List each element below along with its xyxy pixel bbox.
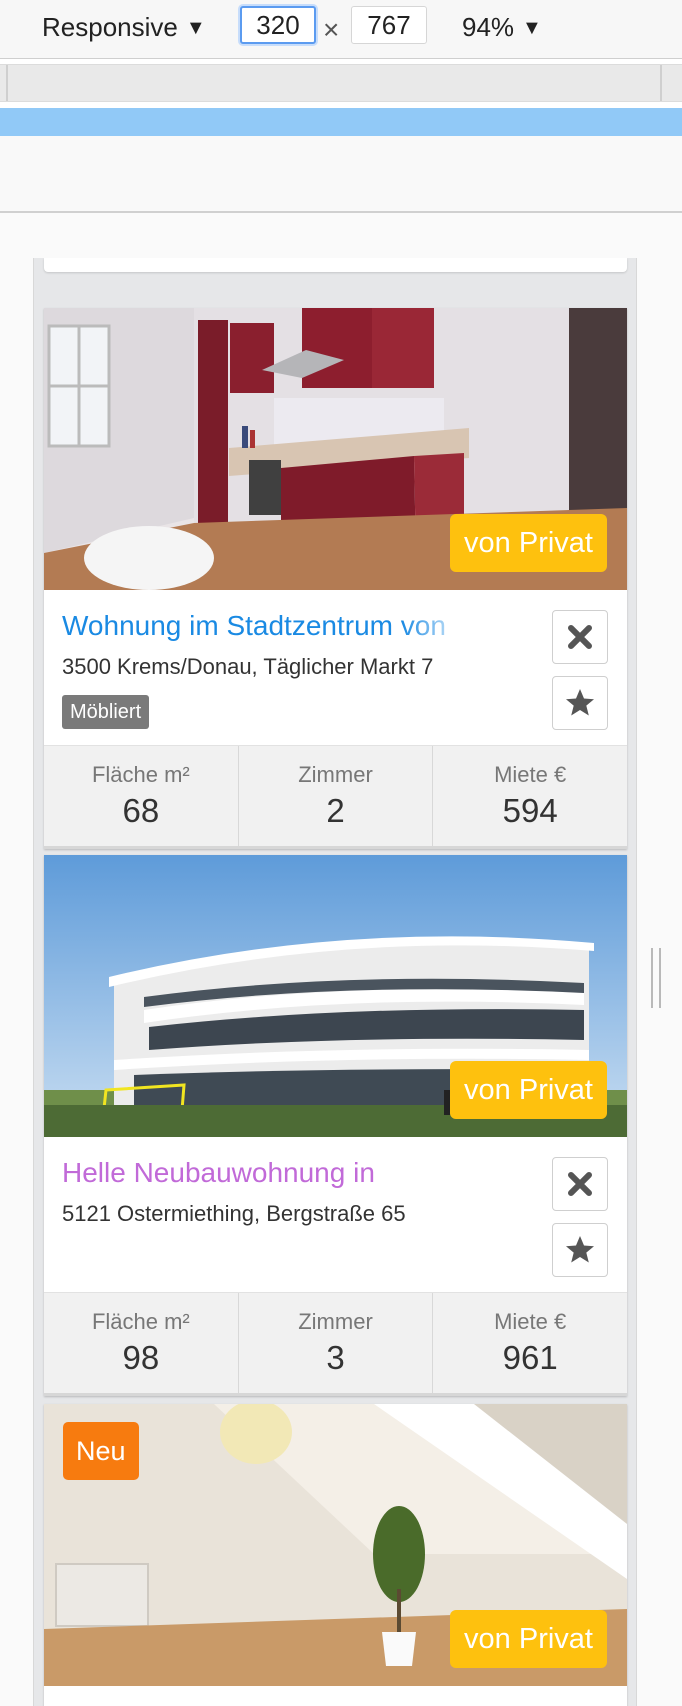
listing-address: 3500 Krems/Donau, Täglicher Markt 7 xyxy=(62,654,472,680)
zoom-label: 94% xyxy=(462,12,515,42)
device-mode-dropdown[interactable]: Responsive ▼ xyxy=(42,12,206,43)
star-icon xyxy=(566,689,594,716)
listing-title: Helle Neubauwohnung in xyxy=(62,1157,375,1188)
favorite-button[interactable] xyxy=(552,1223,608,1277)
previous-card xyxy=(44,258,627,272)
viewport-height-input[interactable] xyxy=(351,6,427,44)
stat-label: Zimmer xyxy=(298,762,373,787)
listing-card[interactable]: Neu von Privat xyxy=(44,1404,627,1706)
private-seller-badge: von Privat xyxy=(450,514,607,572)
private-seller-badge: von Privat xyxy=(450,1061,607,1119)
pixel-ruler xyxy=(0,64,682,102)
device-mode-label: Responsive xyxy=(42,12,178,42)
viewport-width-input[interactable] xyxy=(240,6,316,44)
dimension-times-icon: × xyxy=(323,14,340,45)
close-icon xyxy=(568,625,592,649)
new-listing-badge: Neu xyxy=(63,1422,139,1480)
page-header-area xyxy=(0,136,682,213)
listing-photo[interactable]: von Privat xyxy=(44,855,627,1137)
listing-info: Wohnung im Stadtzentrum von 3500 Krems/D… xyxy=(44,590,627,745)
stat-value: 68 xyxy=(122,792,160,829)
ruler-tick xyxy=(6,65,8,101)
stat-value: 98 xyxy=(122,1339,160,1376)
stat-rooms: Zimmer 3 xyxy=(239,1293,434,1393)
listing-title-link[interactable]: Helle Neubauwohnung in xyxy=(62,1157,472,1189)
hide-listing-button[interactable] xyxy=(552,610,608,664)
stat-value: 3 xyxy=(326,1339,345,1376)
stat-label: Fläche m² xyxy=(91,1309,190,1334)
media-query-bar[interactable] xyxy=(0,108,682,136)
device-toolbar: Responsive ▼ × 94% ▼ xyxy=(0,0,682,59)
zoom-dropdown[interactable]: 94% ▼ xyxy=(462,12,542,43)
device-viewport: von Privat Wohnung im Stadtzentrum von 3… xyxy=(33,258,637,1706)
stat-area: Fläche m² 98 xyxy=(44,1293,239,1393)
close-icon xyxy=(568,1172,592,1196)
stat-label: Miete € xyxy=(494,762,567,787)
dropdown-caret-icon: ▼ xyxy=(185,17,206,39)
ruler-tick xyxy=(660,65,662,101)
stat-rent: Miete € 961 xyxy=(433,1293,627,1393)
viewport-resize-handle[interactable] xyxy=(651,948,661,1008)
stat-label: Fläche m² xyxy=(91,762,190,787)
stat-area: Fläche m² 68 xyxy=(44,746,239,846)
favorite-button[interactable] xyxy=(552,676,608,730)
listing-address-text: 3500 Krems/Donau, Täglicher Markt 7 xyxy=(62,654,434,679)
dropdown-caret-icon: ▼ xyxy=(522,17,542,39)
listing-address: 5121 Ostermiething, Bergstraße 65 xyxy=(62,1201,472,1227)
address-fade xyxy=(432,654,472,680)
stat-value: 961 xyxy=(502,1339,558,1376)
listing-address-text: 5121 Ostermiething, Bergstraße 65 xyxy=(62,1201,406,1226)
private-seller-badge: von Privat xyxy=(450,1610,607,1668)
stat-label: Miete € xyxy=(494,1309,567,1334)
listing-card[interactable]: von Privat Wohnung im Stadtzentrum von 3… xyxy=(44,308,627,849)
stat-rooms: Zimmer 2 xyxy=(239,746,434,846)
listing-stats: Fläche m² 98 Zimmer 3 Miete € 961 xyxy=(44,1292,627,1396)
stat-rent: Miete € 594 xyxy=(433,746,627,846)
title-fade xyxy=(402,610,472,642)
listing-title: Wohnung im Stadtzentrum von xyxy=(62,610,446,641)
listing-info: Helle Neubauwohnung in 5121 Ostermiethin… xyxy=(44,1137,627,1292)
star-icon xyxy=(566,1236,594,1263)
listing-photo[interactable]: von Privat xyxy=(44,308,627,590)
stat-label: Zimmer xyxy=(298,1309,373,1334)
furnished-tag: Möbliert xyxy=(62,695,150,729)
listing-info xyxy=(44,1686,627,1706)
listing-card[interactable]: von Privat Helle Neubauwohnung in 5121 O… xyxy=(44,855,627,1396)
listing-title-link[interactable]: Wohnung im Stadtzentrum von xyxy=(62,610,472,642)
stat-value: 2 xyxy=(326,792,345,829)
hide-listing-button[interactable] xyxy=(552,1157,608,1211)
listing-photo[interactable]: Neu von Privat xyxy=(44,1404,627,1686)
stat-value: 594 xyxy=(502,792,558,829)
listing-stats: Fläche m² 68 Zimmer 2 Miete € 594 xyxy=(44,745,627,849)
